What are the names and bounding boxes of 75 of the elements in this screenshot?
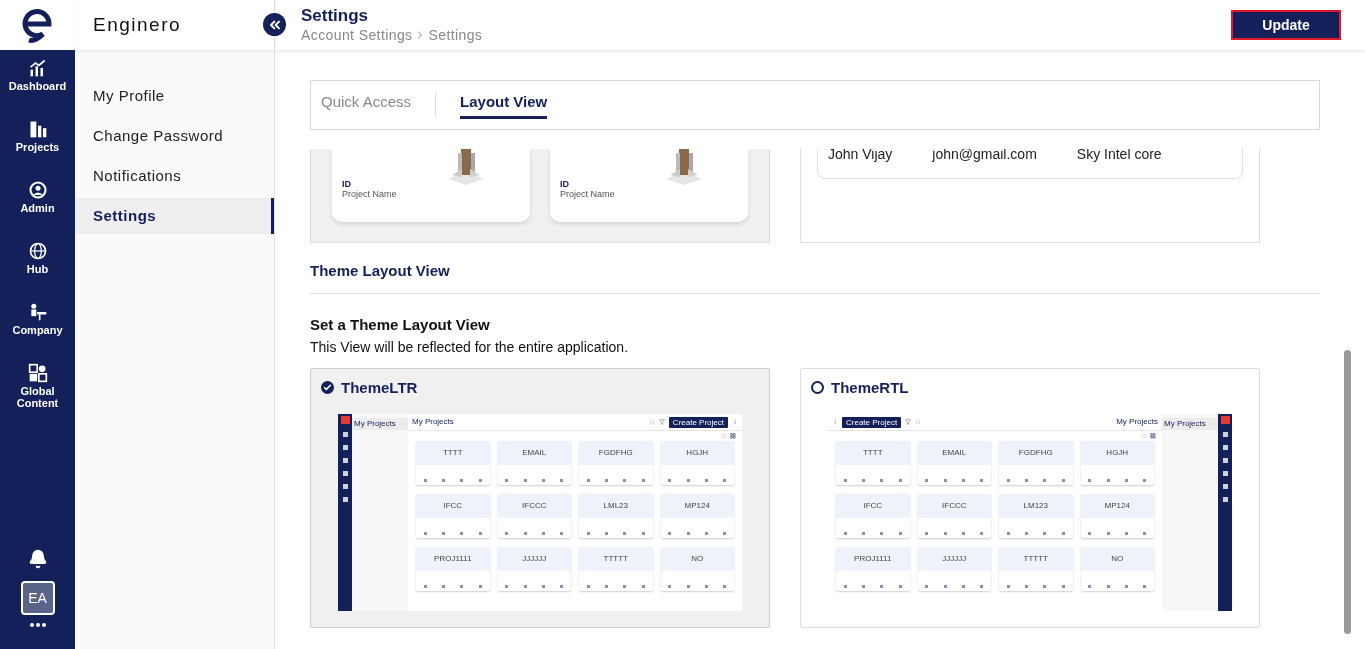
mini-card-title: HGJH [686,447,709,459]
nav-item[interactable]: Hub [2,241,73,294]
mini-page-title: My Projects [1116,417,1158,427]
update-button[interactable]: Update [1231,10,1341,40]
page-title: Settings [301,6,370,26]
mini-card-title: PROJ1111 [854,553,892,565]
user-avatar[interactable]: EA [20,581,55,615]
search-icon [648,419,655,425]
scrollbar[interactable] [1344,350,1351,634]
mini-card-title: NO [1111,553,1124,565]
mini-card-title: IFCC [443,500,463,512]
mini-card-title: FGDFHG [598,447,633,459]
mini-card-title: IFCC [863,500,883,512]
list-icon [721,433,727,439]
grid-icon [1150,433,1156,439]
tab[interactable]: Quick Access [321,91,412,119]
nav-item[interactable]: Global Content [2,363,73,416]
mini-card-title: NO [691,553,704,565]
mini-page-title: My Projects [412,417,454,427]
settings-menu-item[interactable]: Settings [75,198,274,234]
breadcrumb-current: Settings [428,26,483,44]
user-gear-icon [27,180,48,200]
nav-item[interactable]: Dashboard [2,58,73,111]
mini-card-title: JJJJJJ [522,553,547,565]
section-description: This View will be reflected for the entire application. [310,337,629,356]
tab[interactable]: Layout View [460,91,548,119]
mini-card-title: EMAIL [942,447,967,459]
mini-card-title: IFCCC [522,500,547,512]
filter-icon [658,419,665,425]
nav-item[interactable]: Admin [2,180,73,233]
mini-sidebar-item: My Projects [1162,418,1218,430]
more-icon [832,419,838,425]
theme-label: ThemeLTR [341,377,418,398]
card-project-name: Project Name [560,189,616,199]
settings-menu-item[interactable]: Notifications [75,158,274,194]
mini-card-title: MP124 [684,500,710,512]
brand-name: Enginero [93,12,182,37]
radio-checked[interactable] [321,381,334,395]
collapse-button[interactable] [263,13,286,36]
chart-icon [27,58,48,78]
mini-card-title: LM123 [1023,500,1048,512]
mini-card-title: TTTTT [603,553,628,565]
nav-item[interactable]: Company [2,302,73,355]
radio-button[interactable] [811,381,824,395]
mini-card-title: IFCCC [942,500,967,512]
section-title: Theme Layout View [310,261,451,281]
card-project-name: Project Name [342,189,398,199]
grid-icon [730,433,736,439]
mini-card-title: PROJ1111 [434,553,472,565]
list-icon [1141,433,1147,439]
more-icon [732,419,738,425]
settings-menu-item[interactable]: Change Password [75,118,274,154]
settings-menu-item[interactable]: My Profile [75,78,274,114]
section-subtitle: Set a Theme Layout View [310,315,491,334]
card-id: ID [342,179,352,189]
nav-item[interactable]: Projects [2,119,73,172]
breadcrumb-link[interactable]: Account Settings [301,26,413,44]
search-icon [915,419,922,425]
filter-icon [905,419,912,425]
card-id: ID [560,179,570,189]
mini-card-title: HGJH [1106,447,1129,459]
mini-card-title: MP124 [1104,500,1130,512]
shapes-icon [27,363,48,383]
mini-card-title: JJJJJJ [942,553,967,565]
mini-card-title: TTTT [862,447,883,459]
mini-card-title: TTTTT [1023,553,1048,565]
mini-card-title: TTTT [442,447,463,459]
globe-icon [27,241,48,261]
mini-card-title: FGDFHG [1018,447,1053,459]
mini-card-title: LML23 [603,500,628,512]
more-icon[interactable] [29,623,46,627]
mini-sidebar-item: My Projects [352,418,408,430]
mini-card-title: EMAIL [522,447,547,459]
theme-label: ThemeRTL [831,377,909,398]
bell-icon[interactable] [27,549,48,569]
